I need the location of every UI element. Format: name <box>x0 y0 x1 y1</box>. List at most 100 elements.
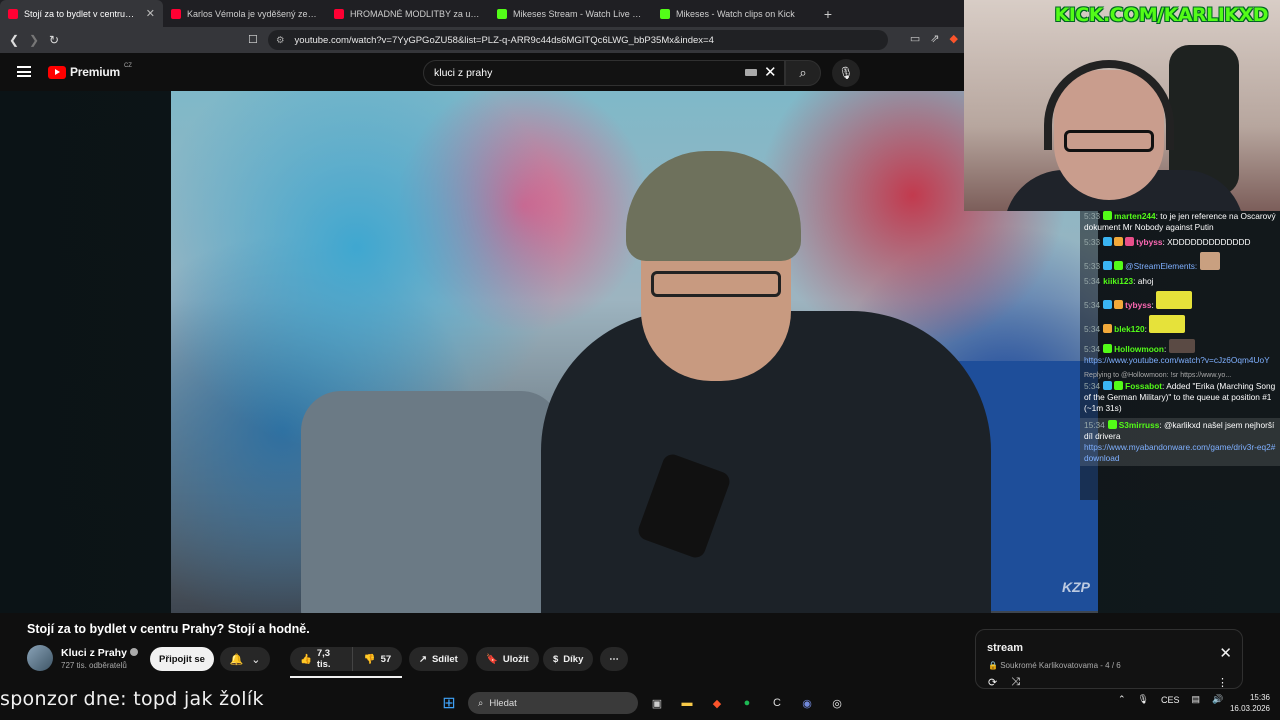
voice-search-button[interactable]: 🎙 <box>832 59 860 87</box>
stream-chat: 5:33 marten244: to je jen reference na Os… <box>1080 211 1280 500</box>
chat-link[interactable]: https://www.youtube.com/watch?v=cJz6Oqm4… <box>1084 355 1270 365</box>
video-frame-car <box>301 391 561 613</box>
search-input[interactable]: kluci z prahy <box>423 60 785 86</box>
tab-youtube-video[interactable]: Stojí za to bydlet v centru Pra ✕ <box>0 0 163 27</box>
playlist-meta: 🔒 Soukromé Karlikovatovama - 4 / 6 <box>988 661 1121 670</box>
badge-icon <box>1103 381 1113 390</box>
more-icon: ⋯ <box>609 653 619 665</box>
lock-icon: 🔒 <box>988 661 998 670</box>
volume-icon[interactable]: 🔊 <box>1212 694 1223 705</box>
task-view-icon[interactable]: ▣ <box>646 692 668 714</box>
taskbar-search[interactable]: ⌕ Hledat <box>468 692 638 714</box>
tab-mikeses-clips[interactable]: Mikeses - Watch clips on Kick <box>652 0 815 27</box>
kick-channel-url: KICK.COM/KARLIKXD <box>1054 4 1269 26</box>
shuffle-icon[interactable]: ⤨ <box>1011 676 1020 689</box>
youtube-icon <box>8 8 18 19</box>
share-icon: ↗ <box>419 653 427 665</box>
chat-message: 5:34 Hollowmoon: https://www.youtube.com/… <box>1084 339 1276 366</box>
reload-icon[interactable]: ↻ <box>44 33 64 47</box>
video-player[interactable]: KZP <box>171 91 1098 613</box>
microphone-icon: 🎙 <box>838 66 854 80</box>
forward-icon[interactable]: ❯ <box>24 33 44 47</box>
bookmark-icon[interactable]: ☐ <box>248 33 258 46</box>
badge-icon <box>1107 420 1117 429</box>
thumbs-down-icon: 👎 <box>363 653 376 665</box>
chat-message: 5:34 kiiki123: ahoj <box>1084 276 1154 286</box>
bookmark-icon: 🔖 <box>486 653 498 665</box>
clear-search-icon[interactable]: ✕ <box>764 63 777 81</box>
chat-message: 5:33 @StreamElements: <box>1084 252 1276 272</box>
chevron-down-icon: ⌄ <box>251 653 261 666</box>
badge-icon <box>1103 261 1113 270</box>
spotify-icon[interactable]: ● <box>736 692 758 714</box>
loop-icon[interactable]: ⟳ <box>988 676 997 689</box>
new-tab-button[interactable]: + <box>815 0 841 27</box>
emote-icon <box>1168 339 1195 353</box>
subscriber-count: 727 tis. odběratelů <box>61 661 127 670</box>
badge-icon <box>1103 300 1113 309</box>
discord-icon[interactable]: ◉ <box>796 692 818 714</box>
notifications-button[interactable]: 🔔 ⌄ <box>220 647 270 671</box>
thanks-button[interactable]: $ Díky <box>543 647 594 671</box>
kick-icon <box>660 8 670 19</box>
badge-icon <box>1103 211 1113 220</box>
emote-icon <box>1149 315 1186 333</box>
video-frame-person <box>541 131 991 613</box>
more-actions-button[interactable]: ⋯ <box>600 647 628 671</box>
close-icon[interactable]: ✕ <box>146 7 155 20</box>
thanks-icon: $ <box>553 653 559 665</box>
emote-icon <box>1156 291 1193 309</box>
url-text: youtube.com/watch?v=7YyGPGoZU58&list=PLZ… <box>294 34 714 46</box>
share-button[interactable]: ↗ Sdílet <box>409 647 468 671</box>
url-bar[interactable]: ⚙ youtube.com/watch?v=7YyGPGoZU58&list=P… <box>268 30 888 50</box>
dislike-button[interactable]: 👎 57 <box>352 647 402 671</box>
chevron-up-icon[interactable]: ⌃ <box>1118 694 1126 705</box>
badge-icon <box>1103 344 1113 353</box>
keyboard-icon[interactable] <box>745 69 757 76</box>
cast-icon[interactable]: ▭ <box>910 32 920 45</box>
obs-icon[interactable]: ◎ <box>826 692 848 714</box>
youtube-logo[interactable]: Premium CZ <box>48 63 132 79</box>
join-button[interactable]: Připojit se <box>150 647 214 671</box>
file-explorer-icon[interactable]: ▬ <box>676 692 698 714</box>
channel-avatar[interactable] <box>27 645 53 671</box>
playlist-more-icon[interactable]: ⋮ <box>1217 676 1228 689</box>
browser-tab-bar: Stojí za to bydlet v centru Pra ✕ Karlos… <box>0 0 964 27</box>
tab-modlitby[interactable]: HROMADNÉ MODLITBY za uzdraven <box>326 0 489 27</box>
chat-message: 5:34 tybyss: <box>1084 291 1276 311</box>
sponsor-overlay-text: sponzor dne: topd jak žolík <box>0 688 264 710</box>
site-info-icon[interactable]: ⚙ <box>276 35 285 46</box>
youtube-icon <box>334 8 344 19</box>
close-playlist-icon[interactable]: ✕ <box>1219 644 1232 662</box>
search-icon: ⌕ <box>478 697 484 709</box>
chat-message: 5:34 blek120: <box>1084 315 1276 335</box>
playlist-panel: stream 🔒 Soukromé Karlikovatovama - 4 / … <box>975 629 1243 689</box>
address-actions: ▭ ⇗ ◆ <box>910 32 958 45</box>
brave-shield-icon[interactable]: ◆ <box>950 32 958 45</box>
share-icon[interactable]: ⇗ <box>930 32 939 45</box>
save-button[interactable]: 🔖 Uložit <box>476 647 539 671</box>
menu-icon[interactable] <box>17 66 31 77</box>
address-toolbar: ❮ ❯ ↻ ☐ ⚙ youtube.com/watch?v=7YyGPGoZU5… <box>0 27 964 53</box>
chat-link[interactable]: https://www.myabandonware.com/game/driv3… <box>1084 442 1275 463</box>
back-icon[interactable]: ❮ <box>4 33 24 47</box>
brave-browser-icon[interactable]: ◆ <box>706 692 728 714</box>
network-icon[interactable]: ▤ <box>1192 694 1201 705</box>
like-button[interactable]: 👍 7,3 tis. <box>290 647 352 671</box>
badge-icon <box>1114 237 1124 246</box>
search-button[interactable]: ⌕ <box>785 60 821 86</box>
chat-message: Replying to @Hollowmoon: !sr https://www… <box>1084 372 1276 413</box>
playlist-title[interactable]: stream <box>987 642 1023 654</box>
microphone-icon[interactable]: 🎙 <box>1138 694 1149 705</box>
ccleaner-icon[interactable]: C <box>766 692 788 714</box>
webcam-glasses <box>1064 130 1154 152</box>
system-clock[interactable]: 15:36 16.03.2026 <box>1226 692 1270 714</box>
channel-name[interactable]: Kluci z Prahy <box>61 647 138 659</box>
tab-mikeses-stream[interactable]: Mikeses Stream - Watch Live on Kick <box>489 0 652 27</box>
windows-start-icon[interactable]: ⊞ <box>438 692 460 714</box>
language-indicator[interactable]: CES <box>1161 695 1180 705</box>
verified-icon <box>129 648 138 656</box>
tab-karlos[interactable]: Karlos Vémola je vyděšený ze svého <box>163 0 326 27</box>
chat-message-highlighted: 15:34 S3mirruss: @karlikxd našel jsem nej… <box>1080 418 1280 466</box>
badge-icon <box>1114 381 1124 390</box>
